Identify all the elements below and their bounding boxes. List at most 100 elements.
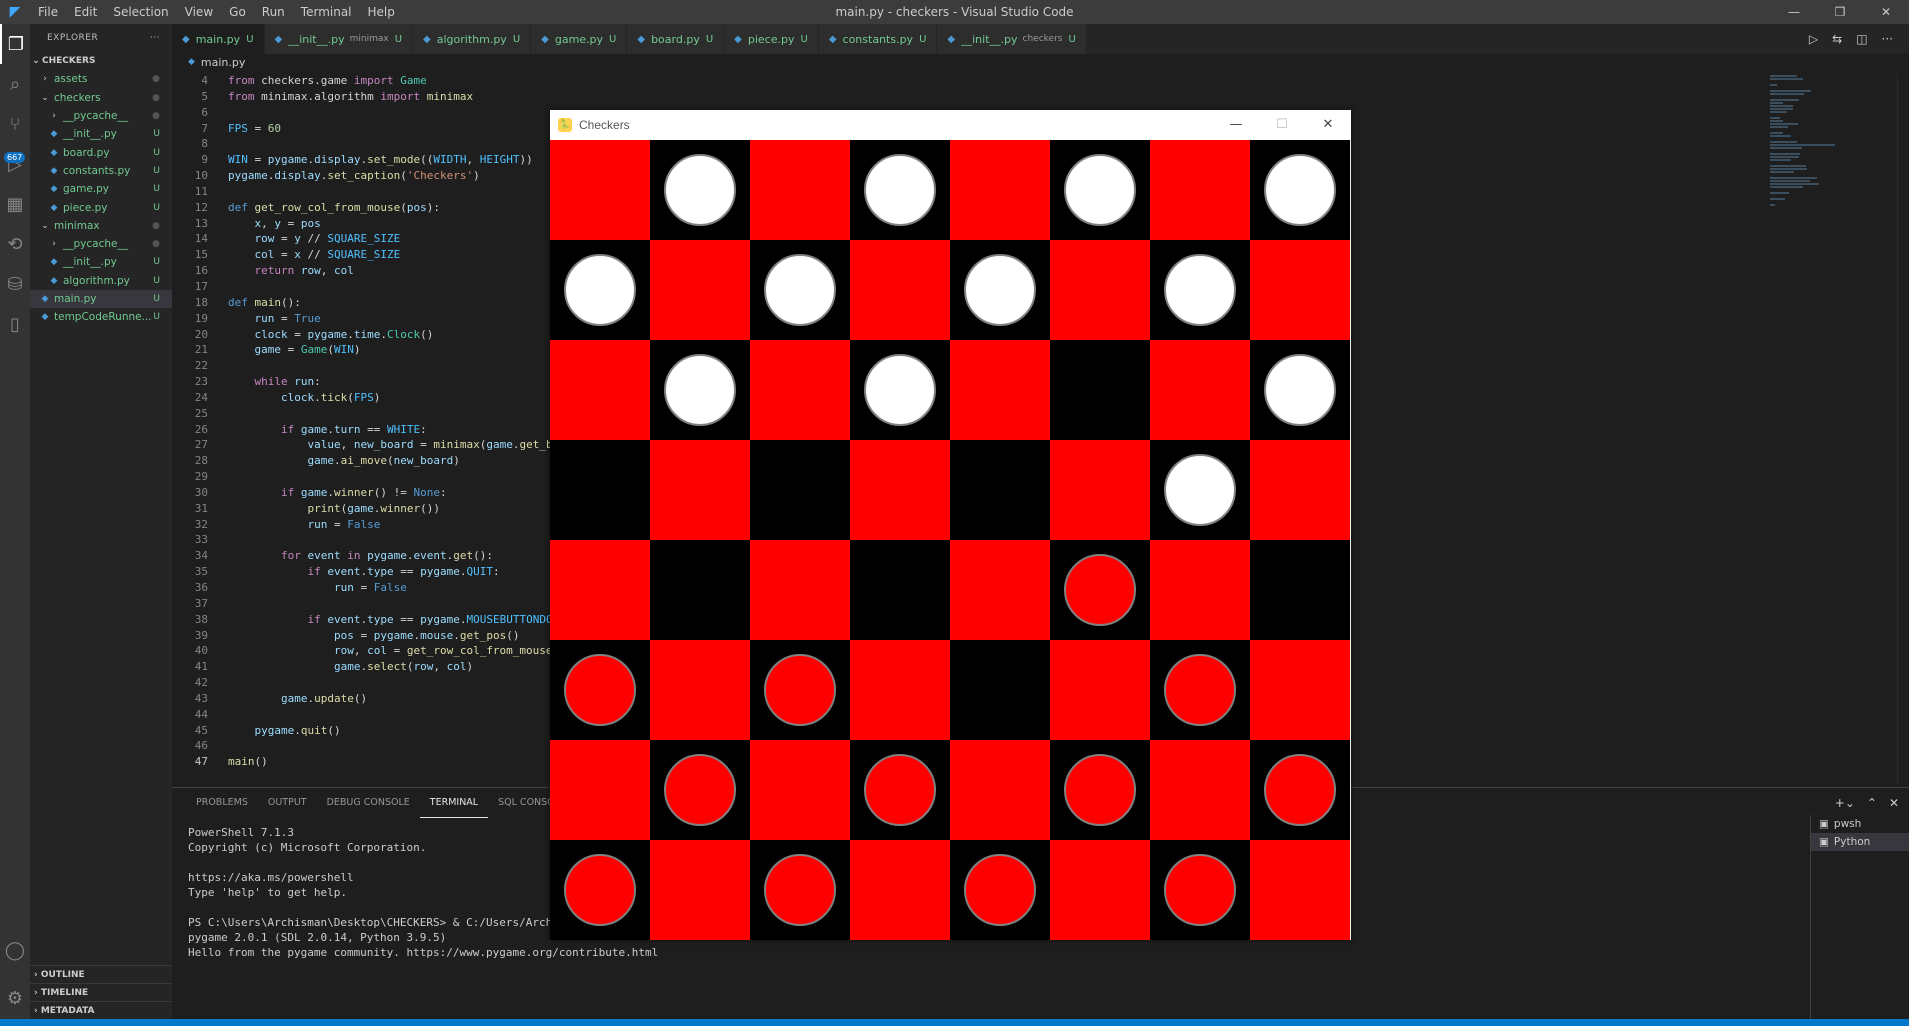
- board-square[interactable]: [750, 840, 850, 940]
- maximize-panel-icon[interactable]: ⌃: [1867, 796, 1877, 810]
- board-square[interactable]: [1250, 340, 1350, 440]
- menu-edit[interactable]: Edit: [66, 0, 105, 24]
- file-item[interactable]: ◆ main.py U: [30, 289, 172, 309]
- explorer-icon[interactable]: ❐: [0, 24, 30, 64]
- board-square[interactable]: [750, 740, 850, 840]
- notebook-icon[interactable]: ▯: [0, 304, 30, 344]
- red-piece[interactable]: [1064, 754, 1136, 826]
- red-piece[interactable]: [1164, 854, 1236, 926]
- panel-tab-debug-console[interactable]: DEBUG CONSOLE: [317, 788, 420, 818]
- menu-view[interactable]: View: [177, 0, 221, 24]
- red-piece[interactable]: [764, 654, 836, 726]
- board-square[interactable]: [650, 140, 750, 240]
- menu-terminal[interactable]: Terminal: [293, 0, 360, 24]
- tab-boardpy[interactable]: ◆ board.py U: [627, 24, 725, 54]
- tab-initpy[interactable]: ◆ __init__.py checkers U: [937, 24, 1087, 54]
- board-square[interactable]: [850, 740, 950, 840]
- board-square[interactable]: [550, 240, 650, 340]
- new-terminal-icon[interactable]: +⌄: [1835, 796, 1855, 810]
- board-square[interactable]: [550, 840, 650, 940]
- restore-icon[interactable]: ❐: [1817, 0, 1863, 24]
- board-square[interactable]: [750, 540, 850, 640]
- folder-item[interactable]: ⌄ checkers ●: [30, 89, 172, 107]
- white-piece[interactable]: [864, 154, 936, 226]
- editor-scrollbar[interactable]: [1897, 74, 1909, 784]
- board-square[interactable]: [1050, 840, 1150, 940]
- tab-gamepy[interactable]: ◆ game.py U: [531, 24, 628, 54]
- tab-algorithmpy[interactable]: ◆ algorithm.py U: [413, 24, 532, 54]
- panel-tab-problems[interactable]: PROBLEMS: [186, 788, 258, 818]
- board-square[interactable]: [1250, 440, 1350, 540]
- white-piece[interactable]: [664, 154, 736, 226]
- file-item[interactable]: ◆ piece.py U: [30, 198, 172, 216]
- board-square[interactable]: [850, 540, 950, 640]
- board-square[interactable]: [650, 640, 750, 740]
- white-piece[interactable]: [664, 354, 736, 426]
- outline-section[interactable]: › OUTLINE: [30, 965, 172, 983]
- tab-piecepy[interactable]: ◆ piece.py U: [724, 24, 819, 54]
- board-square[interactable]: [1050, 340, 1150, 440]
- board-square[interactable]: [550, 640, 650, 740]
- board-square[interactable]: [1150, 540, 1250, 640]
- board-square[interactable]: [650, 340, 750, 440]
- folder-item[interactable]: › assets ●: [30, 70, 172, 88]
- board-square[interactable]: [950, 740, 1050, 840]
- board-square[interactable]: [1250, 640, 1350, 740]
- red-piece[interactable]: [1264, 754, 1336, 826]
- board-square[interactable]: [850, 440, 950, 540]
- split-editor-icon[interactable]: ◫: [1856, 32, 1867, 46]
- game-close-icon[interactable]: ✕: [1305, 110, 1351, 140]
- minimize-icon[interactable]: —: [1771, 0, 1817, 24]
- red-piece[interactable]: [564, 854, 636, 926]
- file-item[interactable]: ◆ game.py U: [30, 180, 172, 198]
- board-square[interactable]: [1050, 240, 1150, 340]
- red-piece[interactable]: [564, 654, 636, 726]
- metadata-section[interactable]: › METADATA: [30, 1001, 172, 1019]
- board-square[interactable]: [1250, 740, 1350, 840]
- board-square[interactable]: [950, 440, 1050, 540]
- board-square[interactable]: [750, 340, 850, 440]
- board-square[interactable]: [850, 240, 950, 340]
- board-square[interactable]: [750, 140, 850, 240]
- run-file-icon[interactable]: ▷: [1809, 32, 1818, 46]
- board-square[interactable]: [1150, 640, 1250, 740]
- red-piece[interactable]: [664, 754, 736, 826]
- board-square[interactable]: [850, 840, 950, 940]
- board-square[interactable]: [550, 440, 650, 540]
- board-square[interactable]: [1050, 140, 1150, 240]
- white-piece[interactable]: [864, 354, 936, 426]
- board-square[interactable]: [1250, 140, 1350, 240]
- board-square[interactable]: [750, 440, 850, 540]
- board-square[interactable]: [1050, 740, 1150, 840]
- board-square[interactable]: [650, 240, 750, 340]
- board-square[interactable]: [950, 640, 1050, 740]
- tab-constantspy[interactable]: ◆ constants.py U: [818, 24, 938, 54]
- board-square[interactable]: [1150, 140, 1250, 240]
- board-square[interactable]: [1250, 840, 1350, 940]
- tab-initpy[interactable]: ◆ __init__.py minimax U: [264, 24, 414, 54]
- board-square[interactable]: [1150, 340, 1250, 440]
- board-square[interactable]: [1150, 740, 1250, 840]
- search-icon[interactable]: ⌕: [0, 64, 30, 104]
- file-item[interactable]: ◆ __init__.py U: [30, 125, 172, 143]
- board-square[interactable]: [750, 640, 850, 740]
- board-square[interactable]: [1150, 840, 1250, 940]
- white-piece[interactable]: [1264, 354, 1336, 426]
- extensions-icon[interactable]: ▦: [0, 184, 30, 224]
- source-control-icon[interactable]: ⑂: [0, 104, 30, 144]
- file-item[interactable]: ◆ algorithm.py U: [30, 272, 172, 290]
- settings-gear-icon[interactable]: ⚙: [0, 978, 30, 1018]
- board-square[interactable]: [550, 740, 650, 840]
- board-square[interactable]: [950, 140, 1050, 240]
- board-square[interactable]: [750, 240, 850, 340]
- board-square[interactable]: [950, 540, 1050, 640]
- folder-item[interactable]: › __pycache__ ●: [30, 107, 172, 125]
- folder-item[interactable]: ⌄ minimax ●: [30, 217, 172, 235]
- board-square[interactable]: [1150, 440, 1250, 540]
- file-item[interactable]: ◆ __init__.py U: [30, 253, 172, 271]
- white-piece[interactable]: [1164, 454, 1236, 526]
- board-square[interactable]: [550, 540, 650, 640]
- board-square[interactable]: [850, 640, 950, 740]
- board-square[interactable]: [950, 240, 1050, 340]
- red-piece[interactable]: [764, 854, 836, 926]
